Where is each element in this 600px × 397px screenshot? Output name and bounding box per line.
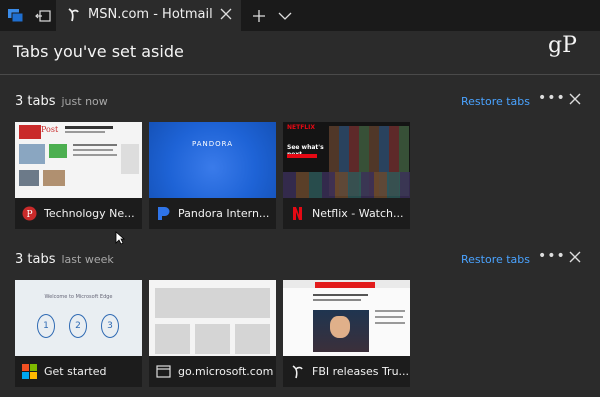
netflix-wordmark: NETFLIX: [287, 124, 315, 131]
sidebar-ad: [121, 144, 139, 174]
tab-card-technology-news[interactable]: Post P Technology Ne...: [15, 122, 142, 229]
text-line: [375, 316, 403, 318]
headline-line: [65, 126, 113, 129]
divider: [0, 74, 600, 75]
step-one: 1: [37, 314, 55, 338]
tab-title: MSN.com - Hotmail, Ou: [88, 7, 212, 22]
tab-label: Pandora Intern...: [178, 207, 270, 220]
tab-label: Get started: [44, 365, 107, 378]
thumbnail: Post: [15, 122, 142, 198]
set-aside-panel: Tabs you've set aside gP 3 tabs just now …: [0, 31, 600, 397]
tab-list-dropdown[interactable]: [271, 0, 299, 31]
thumbnail: PANDORA: [149, 122, 276, 198]
tab-card-go-microsoft[interactable]: go.microsoft.com: [149, 280, 276, 387]
text-line: [313, 299, 361, 301]
tab-card-get-started[interactable]: Welcome to Microsoft Edge 1 2 3 Get star…: [15, 280, 142, 387]
group-count: 3 tabs: [15, 94, 56, 109]
group-header: 3 tabs just now: [15, 94, 108, 109]
card-footer: Get started: [15, 356, 142, 387]
tab-label: FBI releases Tru...: [312, 365, 408, 378]
tab-card-pandora[interactable]: PANDORA Pandora Intern...: [149, 122, 276, 229]
msn-icon: [68, 8, 79, 22]
article-image: [19, 144, 45, 164]
panel-title: Tabs you've set aside: [13, 42, 184, 61]
tab-preview-icon: [8, 8, 24, 22]
cta-button: [287, 154, 317, 158]
pandora-icon: [158, 207, 170, 220]
set-aside-icon: [35, 9, 51, 22]
thumbnail: NETFLIX See what's next.: [283, 122, 410, 198]
tab-preview-button[interactable]: [2, 0, 30, 31]
tab-card-fbi-releases[interactable]: FBI releases Tru...: [283, 280, 410, 387]
window-icon: [156, 365, 171, 378]
svg-text:P: P: [26, 210, 32, 220]
text-line: [375, 310, 405, 312]
text-line: [313, 294, 368, 296]
more-options-button[interactable]: •••: [538, 90, 566, 106]
nypost-icon: P: [22, 206, 37, 221]
placeholder-block: [155, 324, 190, 354]
more-options-button[interactable]: •••: [538, 248, 566, 264]
tab-msn[interactable]: MSN.com - Hotmail, Ou: [56, 0, 241, 31]
group-count: 3 tabs: [15, 252, 56, 267]
placeholder-block: [155, 288, 270, 318]
tab-bar: MSN.com - Hotmail, Ou: [0, 0, 600, 31]
close-icon[interactable]: [219, 7, 233, 21]
person-face: [330, 316, 350, 338]
thumbnail: [149, 280, 276, 356]
new-tab-button[interactable]: [245, 0, 273, 31]
card-footer: go.microsoft.com: [149, 356, 276, 387]
text-line: [73, 144, 117, 146]
step-two: 2: [69, 314, 87, 338]
restore-tabs-link[interactable]: Restore tabs: [461, 95, 530, 108]
article-image: [43, 170, 65, 186]
placeholder-block: [235, 324, 270, 354]
thumbnail: Welcome to Microsoft Edge 1 2 3: [15, 280, 142, 356]
ad-banner: [315, 282, 375, 288]
mouse-cursor-icon: [115, 231, 125, 245]
plus-icon: [253, 9, 265, 22]
tab-label: Netflix - Watch...: [312, 207, 404, 220]
netflix-icon: [293, 207, 302, 220]
group-time: last week: [61, 253, 114, 266]
msn-icon: [292, 365, 303, 379]
restore-tabs-link[interactable]: Restore tabs: [461, 253, 530, 266]
thumbnail: [283, 280, 410, 356]
article-image: [19, 170, 39, 186]
welcome-text: Welcome to Microsoft Edge: [44, 294, 113, 300]
chevron-down-icon: [278, 12, 292, 20]
windows-icon: [22, 364, 37, 379]
card-footer: Netflix - Watch...: [283, 198, 410, 229]
step-three: 3: [101, 314, 119, 338]
article-image: [49, 144, 67, 158]
text-line: [65, 131, 105, 133]
tab-label: go.microsoft.com: [178, 365, 274, 378]
nypost-logo: [19, 125, 41, 139]
pandora-wordmark: PANDORA: [191, 140, 234, 148]
text-line: [73, 154, 117, 156]
card-footer: Pandora Intern...: [149, 198, 276, 229]
text-line: [375, 322, 405, 324]
group-header: 3 tabs last week: [15, 252, 114, 267]
close-icon[interactable]: [568, 250, 582, 264]
placeholder-block: [195, 324, 230, 354]
card-footer: P Technology Ne...: [15, 198, 142, 229]
close-icon[interactable]: [568, 92, 582, 106]
nypost-text: Post: [41, 125, 59, 134]
card-footer: FBI releases Tru...: [283, 356, 410, 387]
tab-label: Technology Ne...: [44, 207, 135, 220]
poster-wall: [283, 172, 410, 198]
tab-card-netflix[interactable]: NETFLIX See what's next. Netflix - Watch…: [283, 122, 410, 229]
text-line: [73, 149, 113, 151]
set-aside-tabs-button[interactable]: [29, 0, 57, 31]
group-time: just now: [61, 95, 108, 108]
site-logo: gP: [548, 33, 577, 58]
